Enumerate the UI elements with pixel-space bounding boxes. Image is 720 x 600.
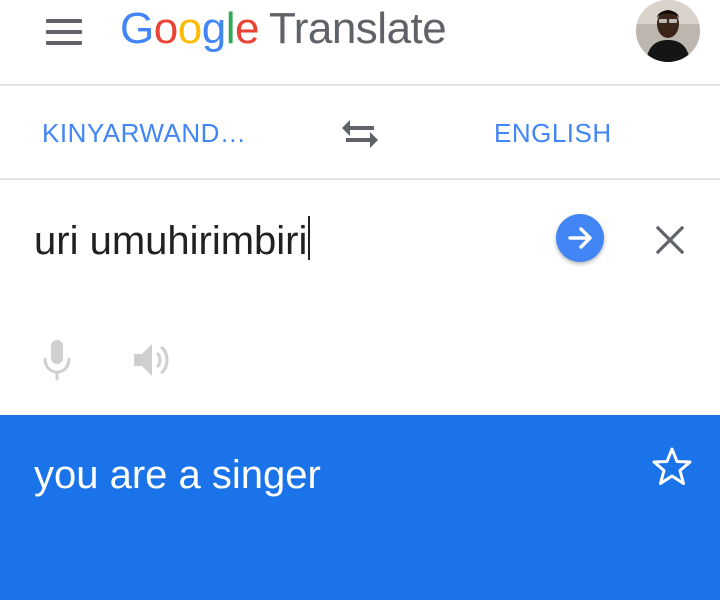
logo-letter: o: [153, 4, 178, 53]
speaker-icon: [134, 344, 169, 376]
microphone-button[interactable]: [40, 338, 74, 382]
avatar-photo: [636, 0, 700, 62]
translate-go-button[interactable]: [556, 214, 604, 262]
swap-arrows-icon: [342, 120, 378, 148]
star-outline-icon: [652, 447, 692, 485]
logo-letter: e: [234, 4, 259, 53]
source-input-area[interactable]: uri umuhirimbiri: [0, 182, 720, 415]
target-language-button[interactable]: ENGLISH: [494, 118, 612, 149]
google-translate-logo: Google Translate: [120, 4, 447, 54]
source-language-button[interactable]: KINYARWAND…: [42, 118, 246, 149]
text-caret: [308, 216, 311, 260]
logo-letter: G: [120, 4, 154, 53]
product-name: Translate: [268, 4, 447, 53]
arrow-right-icon: [568, 227, 592, 249]
source-text: uri umuhirimbiri: [34, 219, 308, 263]
translation-text[interactable]: you are a singer: [34, 453, 321, 498]
logo-letter: l: [225, 4, 236, 53]
speaker-button[interactable]: [130, 338, 174, 382]
language-bar: KINYARWAND… ENGLISH: [0, 88, 720, 180]
swap-languages-button[interactable]: [338, 114, 382, 154]
app-header: Google Translate: [0, 0, 720, 86]
save-translation-button[interactable]: [650, 445, 694, 489]
logo-letter: o: [177, 4, 202, 53]
clear-input-button[interactable]: [650, 220, 690, 260]
translation-result-area: you are a singer: [0, 415, 720, 600]
hamburger-menu-icon: [46, 19, 82, 23]
logo-letter: g: [201, 4, 226, 53]
hamburger-menu-icon-bar: [46, 41, 82, 45]
source-text-input[interactable]: uri umuhirimbiri: [34, 216, 311, 264]
hamburger-menu-icon-bar: [46, 30, 82, 34]
user-avatar[interactable]: [636, 0, 700, 62]
microphone-icon: [43, 340, 71, 380]
menu-button[interactable]: [36, 10, 92, 54]
close-icon: [655, 225, 685, 255]
